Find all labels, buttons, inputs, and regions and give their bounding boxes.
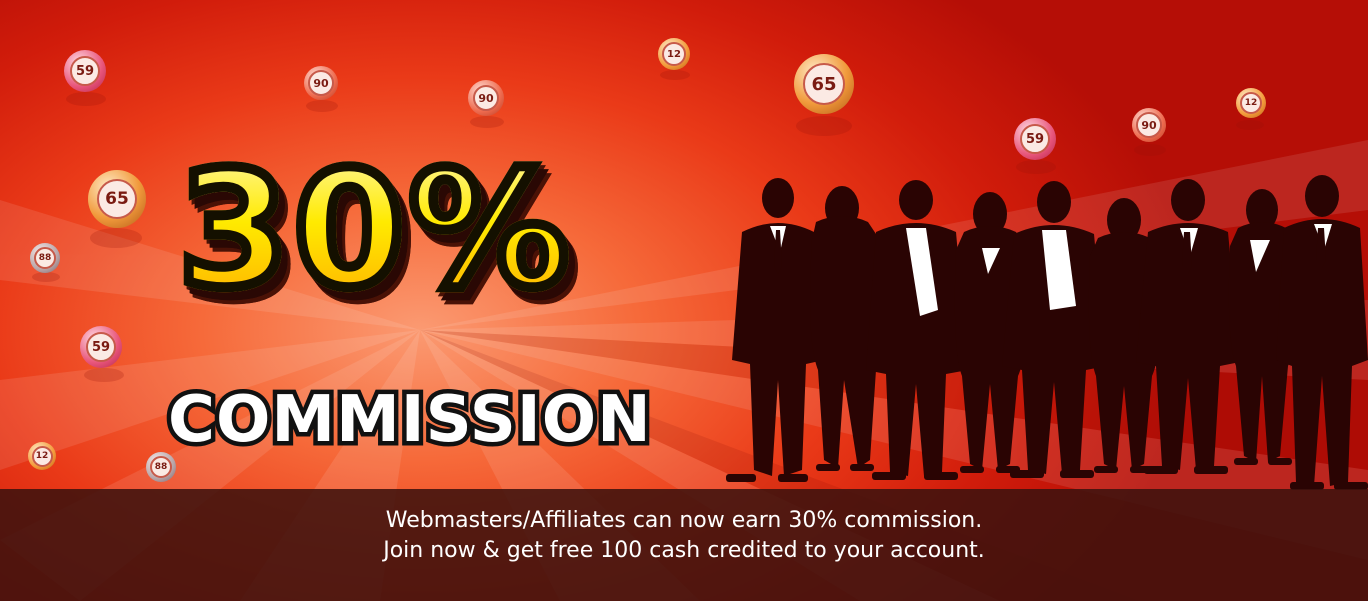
bingo-ball-number: 59 — [70, 56, 100, 86]
bingo-ball-number: 90 — [473, 85, 499, 111]
promo-banner: 59 90 90 12 65 59 90 12 65 88 59 12 88 3… — [0, 0, 1368, 601]
ball-reflection — [90, 228, 142, 248]
ball-reflection — [66, 92, 106, 106]
silhouette-person — [1276, 175, 1368, 490]
bingo-ball-number: 88 — [150, 456, 172, 478]
bingo-ball-number: 90 — [1136, 112, 1162, 138]
bingo-ball-number: 12 — [662, 42, 686, 66]
bingo-ball-number: 65 — [803, 63, 845, 105]
ball-reflection — [470, 116, 504, 128]
silhouette-person — [866, 180, 968, 480]
ball-reflection — [1236, 120, 1264, 130]
bingo-ball-number: 12 — [31, 445, 53, 467]
ball-reflection — [660, 70, 690, 80]
bingo-ball-number: 59 — [86, 332, 116, 362]
bingo-ball-icon: 12 — [28, 442, 56, 470]
bingo-ball-icon: 65 — [88, 170, 146, 228]
bingo-ball-number: 65 — [97, 179, 137, 219]
bingo-ball-icon: 90 — [1132, 108, 1166, 142]
bingo-ball-number: 59 — [1020, 124, 1050, 154]
footer-line-join-now: Join now & get free 100 cash credited to… — [383, 538, 985, 563]
bingo-ball-number: 90 — [308, 70, 334, 96]
silhouette-person — [1136, 179, 1240, 474]
bingo-ball-number: 88 — [34, 247, 56, 269]
ball-reflection — [796, 116, 852, 136]
bingo-ball-icon: 59 — [1014, 118, 1056, 160]
business-people-silhouette-icon — [726, 175, 1368, 490]
bingo-ball-icon: 65 — [794, 54, 854, 114]
ball-reflection — [306, 100, 338, 112]
silhouette-person — [726, 178, 824, 482]
bingo-ball-number: 12 — [1240, 92, 1262, 114]
footer-message-bar: Webmasters/Affiliates can now earn 30% c… — [0, 489, 1368, 601]
bingo-ball-icon: 90 — [468, 80, 504, 116]
bingo-ball-icon: 88 — [30, 243, 60, 273]
bingo-ball-icon: 59 — [64, 50, 106, 92]
bingo-ball-icon: 90 — [304, 66, 338, 100]
ball-reflection — [1134, 144, 1166, 156]
bingo-ball-icon: 12 — [1236, 88, 1266, 118]
bingo-ball-icon: 59 — [80, 326, 122, 368]
subheadline-commission: COMMISSION — [164, 383, 656, 457]
headline-percentage: 30% — [173, 136, 574, 323]
bingo-ball-icon: 12 — [658, 38, 690, 70]
ball-reflection — [32, 272, 60, 282]
ball-reflection — [84, 368, 124, 382]
footer-line-earn-commission: Webmasters/Affiliates can now earn 30% c… — [385, 508, 983, 533]
